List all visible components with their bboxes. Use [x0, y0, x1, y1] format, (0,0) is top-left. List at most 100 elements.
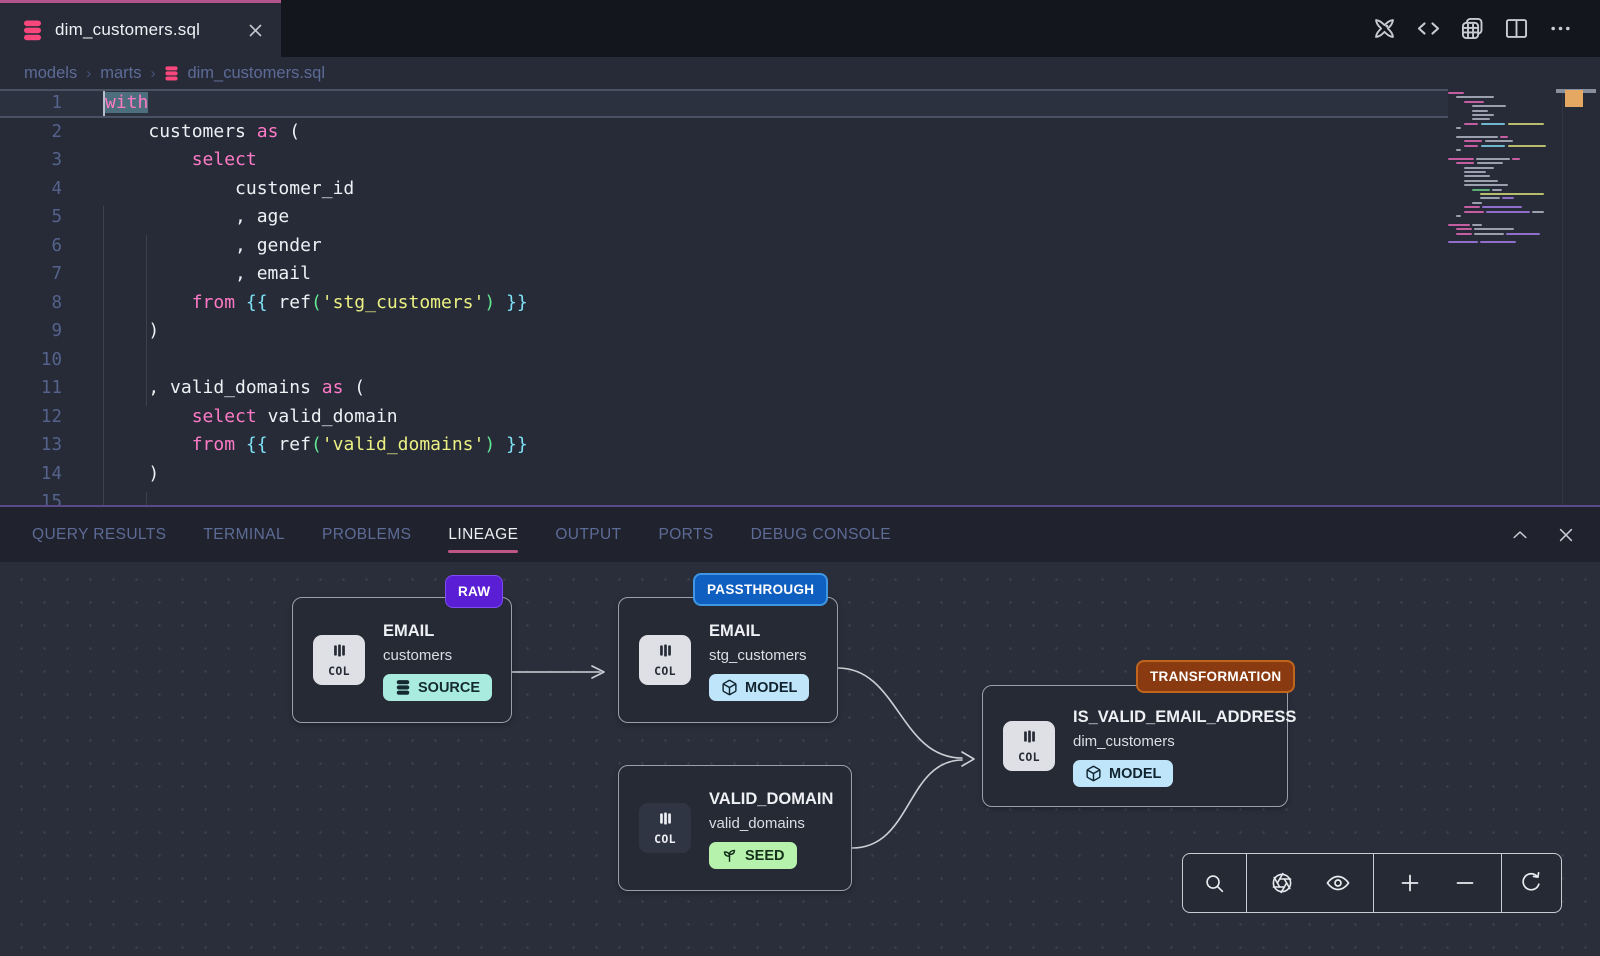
- panel-tab-lineage[interactable]: LINEAGE: [448, 507, 518, 562]
- node-type-label: MODEL: [1109, 766, 1161, 782]
- editor-tab[interactable]: dim_customers.sql: [0, 0, 281, 57]
- close-icon[interactable]: [1556, 525, 1576, 545]
- node-subtitle: customers: [383, 645, 492, 668]
- node-body: EMAILstg_customersMODEL: [709, 619, 809, 701]
- code-line[interactable]: , valid_domains as (: [105, 374, 528, 403]
- minimap-row: [1448, 158, 1560, 160]
- minimap-segment: [1448, 224, 1470, 226]
- bottom-panel: QUERY RESULTS TERMINAL PROBLEMS LINEAGE OUTP…: [0, 505, 1600, 956]
- code-token: }}: [506, 434, 528, 455]
- code-editor[interactable]: 123456789101112131415 with customers as …: [0, 89, 1600, 505]
- node-type-badge-source[interactable]: SOURCE: [383, 674, 492, 701]
- breadcrumb-item-marts[interactable]: marts: [100, 64, 141, 83]
- code-lines: with customers as ( select customer_id ,…: [105, 89, 528, 505]
- minimap-row: [1448, 180, 1560, 182]
- code-token: , valid_domains: [105, 377, 322, 398]
- aperture-icon[interactable]: [1262, 863, 1302, 903]
- more-icon[interactable]: [1547, 15, 1574, 42]
- lineage-node-stg_customers[interactable]: COLEMAILstg_customersMODEL: [618, 597, 838, 723]
- node-subtitle: stg_customers: [709, 645, 809, 668]
- breadcrumb-item-file[interactable]: dim_customers.sql: [164, 64, 325, 83]
- code-line[interactable]: from {{ ref('stg_customers') }}: [105, 289, 528, 318]
- code-line[interactable]: , age: [105, 203, 528, 232]
- copy-table-icon[interactable]: [1459, 15, 1486, 42]
- node-body: VALID_DOMAINvalid_domainsSEED: [709, 787, 833, 869]
- code-line[interactable]: [105, 346, 528, 375]
- panel-tab-terminal[interactable]: TERMINAL: [203, 507, 285, 562]
- code-token: (: [311, 434, 322, 455]
- split-editor-icon[interactable]: [1503, 15, 1530, 42]
- tab-close-icon[interactable]: [248, 23, 263, 38]
- code-token: [105, 292, 192, 313]
- column-badge: COL: [639, 803, 691, 853]
- overview-ruler-marker[interactable]: [1565, 90, 1583, 107]
- code-token: [105, 149, 192, 170]
- lineage-node-dim_customers[interactable]: COLIS_VALID_EMAIL_ADDRESSdim_customersMO…: [982, 685, 1288, 807]
- panel-tab-debug-console[interactable]: DEBUG CONSOLE: [751, 507, 891, 562]
- minimap-segment: [1508, 145, 1546, 147]
- lineage-canvas[interactable]: RAWCOLEMAILcustomersSOURCEPASSTHROUGHCOL…: [0, 562, 1600, 956]
- lineage-node-valid_domains[interactable]: COL VALID_DOMAINvalid_domainsSEED: [618, 765, 852, 891]
- minimap-row: [1448, 206, 1560, 208]
- code-icon[interactable]: [1415, 15, 1442, 42]
- minimap-row: [1448, 193, 1560, 195]
- code-line[interactable]: from {{ ref('valid_domains') }}: [105, 431, 528, 460]
- code-line[interactable]: customers as (: [105, 118, 528, 147]
- panel-tab-ports[interactable]: PORTS: [658, 507, 713, 562]
- breadcrumb-item-models[interactable]: models: [24, 64, 77, 83]
- code-line[interactable]: select valid_domain: [105, 403, 528, 432]
- eye-icon[interactable]: [1318, 863, 1358, 903]
- search-icon[interactable]: [1195, 863, 1235, 903]
- minimap-segment: [1481, 123, 1505, 125]
- panel-tab-query-results[interactable]: QUERY RESULTS: [32, 507, 166, 562]
- code-token: ): [484, 292, 495, 313]
- node-type-badge-model[interactable]: MODEL: [1073, 760, 1173, 787]
- node-type-badge-seed[interactable]: SEED: [709, 842, 797, 869]
- minimap-segment: [1464, 180, 1498, 182]
- column-badge-label: COL: [1018, 750, 1040, 764]
- code-line[interactable]: , email: [105, 260, 528, 289]
- line-number-gutter: 123456789101112131415: [0, 89, 62, 505]
- chevron-up-icon[interactable]: [1510, 525, 1530, 545]
- cube-icon: [721, 679, 738, 696]
- code-line[interactable]: customer_id: [105, 175, 528, 204]
- code-line[interactable]: select: [105, 146, 528, 175]
- minimap-segment: [1485, 140, 1513, 142]
- node-type-label: SOURCE: [418, 680, 480, 696]
- zoom-in-icon[interactable]: [1390, 863, 1430, 903]
- zoom-out-icon[interactable]: [1445, 863, 1485, 903]
- tab-bar: dim_customers.sql: [0, 0, 1600, 57]
- line-number: 14: [0, 460, 62, 489]
- dbt-logo-icon[interactable]: [1371, 15, 1398, 42]
- code-line[interactable]: , gender: [105, 232, 528, 261]
- minimap-segment: [1464, 184, 1508, 186]
- code-token: ref: [268, 434, 311, 455]
- column-badge: COL: [1003, 721, 1055, 771]
- minimap-segment: [1456, 136, 1498, 138]
- minimap-segment: [1464, 211, 1484, 213]
- line-number: 7: [0, 260, 62, 289]
- minimap-segment: [1464, 123, 1478, 125]
- code-line[interactable]: ): [105, 460, 528, 489]
- panel-tab-output[interactable]: OUTPUT: [555, 507, 621, 562]
- panel-tab-problems[interactable]: PROBLEMS: [322, 507, 411, 562]
- code-line[interactable]: ): [105, 317, 528, 346]
- code-line[interactable]: with: [105, 89, 528, 118]
- minimap-segment: [1477, 162, 1503, 164]
- toolbar-section: [1183, 854, 1246, 912]
- minimap[interactable]: [1448, 92, 1560, 259]
- minimap-segment: [1456, 127, 1461, 129]
- node-type-badge-model[interactable]: MODEL: [709, 674, 809, 701]
- minimap-row: [1448, 149, 1560, 151]
- lineage-node-customers[interactable]: COLEMAILcustomersSOURCE: [292, 597, 512, 723]
- line-number: 6: [0, 232, 62, 261]
- code-line[interactable]: [105, 488, 528, 505]
- minimap-segment: [1448, 241, 1478, 243]
- window-actions: [1371, 0, 1574, 57]
- line-number: 2: [0, 118, 62, 147]
- code-token: from: [192, 434, 235, 455]
- refresh-icon[interactable]: [1511, 863, 1551, 903]
- minimap-segment: [1448, 92, 1464, 94]
- breadcrumb-separator: ›: [150, 65, 155, 82]
- line-number: 10: [0, 346, 62, 375]
